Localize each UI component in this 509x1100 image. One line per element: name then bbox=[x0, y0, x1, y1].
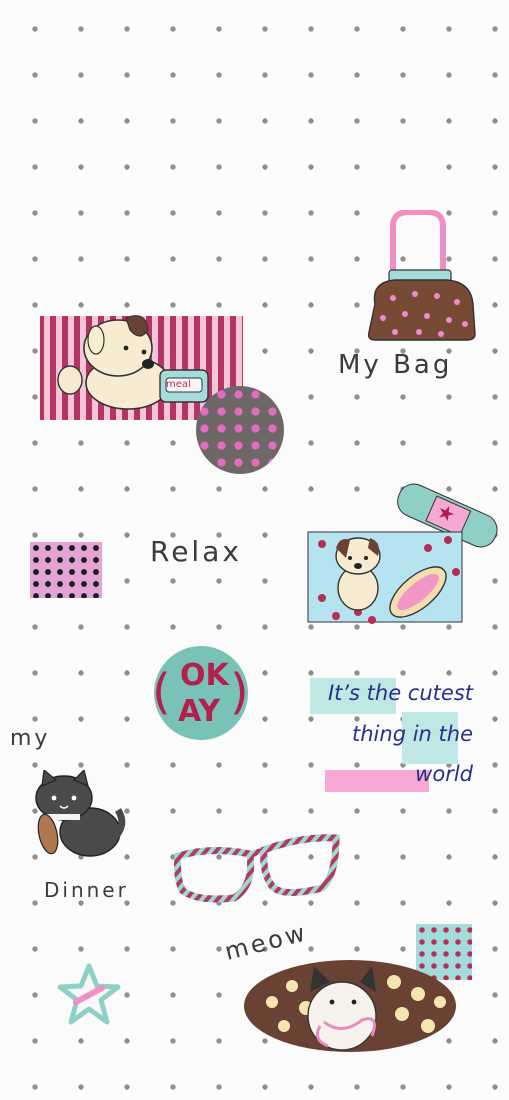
star-sticker bbox=[56, 962, 122, 1026]
pink-dotted-square bbox=[30, 542, 102, 598]
okay-circle-sticker: OK AY ( ) bbox=[152, 646, 249, 740]
quote-line-2: thing in the bbox=[352, 722, 473, 746]
dinner-label: Dinner bbox=[44, 878, 129, 902]
meal-bowl-label: meal bbox=[166, 379, 191, 390]
left-paren-icon: ( bbox=[152, 664, 171, 720]
dog-blue-blanket-sticker bbox=[306, 528, 466, 628]
okay-top-text: OK bbox=[180, 658, 229, 693]
my-label: my bbox=[10, 726, 51, 751]
quote-line-1: It’s the cutest bbox=[327, 681, 473, 705]
glasses-sticker bbox=[172, 826, 342, 906]
right-paren-icon: ) bbox=[230, 664, 249, 720]
black-cat-sticker bbox=[30, 768, 126, 862]
quote-line-3: world bbox=[415, 762, 473, 786]
cat-oval-sticker bbox=[242, 956, 458, 1056]
quote-highlight-pink bbox=[325, 770, 429, 792]
relax-label: Relax bbox=[150, 535, 242, 568]
okay-bottom-text: AY bbox=[178, 694, 221, 729]
my-bag-label: My Bag bbox=[338, 350, 453, 380]
handbag-sticker bbox=[365, 209, 477, 342]
polka-dot-circle bbox=[196, 386, 284, 474]
